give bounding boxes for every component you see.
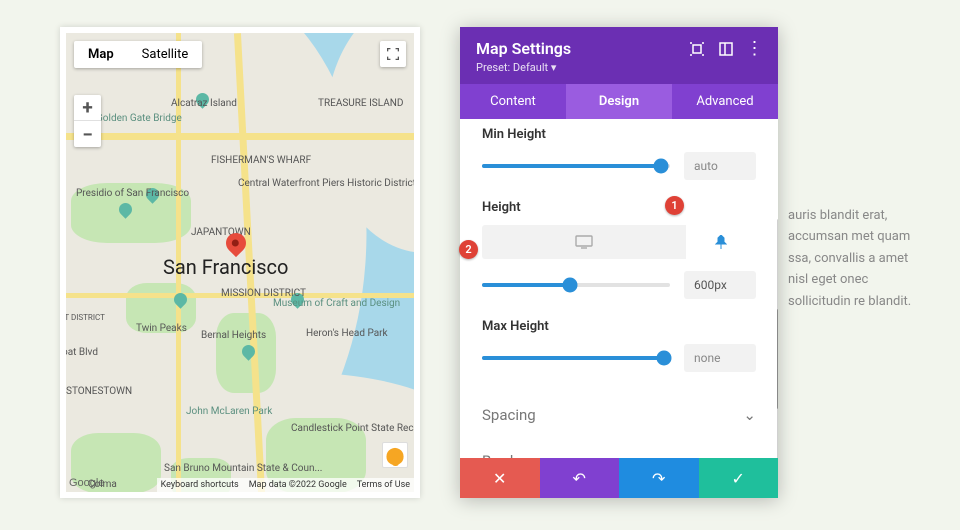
map-terms-link[interactable]: Terms of Use <box>357 480 410 490</box>
height-value[interactable]: 600px <box>684 271 756 299</box>
min-height-value[interactable]: auto <box>684 152 756 180</box>
section-spacing-label: Spacing <box>482 406 536 424</box>
tab-content[interactable]: Content <box>460 84 566 119</box>
fullscreen-button[interactable] <box>380 41 406 67</box>
annotation-1: 1 <box>665 196 684 215</box>
min-height-label: Min Height <box>482 127 756 142</box>
device-desktop-tab[interactable] <box>482 225 686 259</box>
zoom-in-button[interactable]: + <box>74 95 101 121</box>
tab-advanced[interactable]: Advanced <box>672 84 778 119</box>
map-data-text: Map data ©2022 Google <box>249 480 347 490</box>
height-pin-button[interactable] <box>686 225 756 259</box>
section-border[interactable]: Border ⌄ <box>482 438 756 458</box>
map-label: San Bruno Mountain State & Coun... <box>164 463 234 474</box>
layout-icon[interactable] <box>718 41 733 56</box>
redo-button[interactable]: ↷ <box>619 458 699 498</box>
save-button[interactable]: ✓ <box>699 458 779 498</box>
expand-icon[interactable] <box>689 41 704 56</box>
max-height-field: Max Height none <box>482 319 756 372</box>
tab-design[interactable]: Design <box>566 84 672 119</box>
map-label: Bernal Heights <box>201 330 241 341</box>
panel-body: Min Height auto Height <box>460 119 778 458</box>
map-label: Heron's Head Park <box>306 328 356 339</box>
scrollbar[interactable] <box>777 219 778 458</box>
map-label: MISSION DISTRICT <box>221 288 271 299</box>
max-height-slider[interactable] <box>482 356 670 360</box>
preset-dropdown[interactable]: Preset: Default ▾ <box>476 61 571 74</box>
max-height-value[interactable]: none <box>684 344 756 372</box>
map-label: Candlestick Point State Recreation <box>291 423 371 434</box>
map-type-map[interactable]: Map <box>74 41 128 68</box>
pegman-icon[interactable]: ⬤ <box>382 442 408 468</box>
map-label: FISHERMAN'S WHARF <box>211 155 311 166</box>
min-height-slider[interactable] <box>482 164 670 168</box>
max-height-label: Max Height <box>482 319 756 334</box>
map-type-toggle: Map Satellite <box>74 41 202 68</box>
zoom-out-button[interactable]: − <box>74 121 101 147</box>
height-label: Height <box>482 200 756 215</box>
chevron-down-icon: ⌄ <box>743 406 756 424</box>
map-attribution: Keyboard shortcuts Map data ©2022 Google… <box>157 478 414 492</box>
panel-action-bar: ✕ ↶ ↷ ✓ <box>460 458 778 498</box>
map-module: San Francisco Alcatraz Island Golden Gat… <box>60 27 420 498</box>
map-label: Twin Peaks <box>136 323 187 334</box>
panel-title: Map Settings <box>476 39 571 58</box>
map-label: John McLaren Park <box>186 406 272 417</box>
panel-header: Map Settings Preset: Default ▾ ⋮ <box>460 27 778 84</box>
more-icon[interactable]: ⋮ <box>747 41 762 56</box>
panel-tabs: Content Design Advanced <box>460 84 778 119</box>
map-label-city: San Francisco <box>163 255 288 279</box>
map-canvas[interactable]: San Francisco Alcatraz Island Golden Gat… <box>66 33 414 492</box>
section-spacing[interactable]: Spacing ⌄ <box>482 392 756 438</box>
section-border-label: Border <box>482 452 526 458</box>
undo-button[interactable]: ↶ <box>540 458 620 498</box>
min-height-field: Min Height auto <box>482 127 756 180</box>
page-body-text: auris blandit erat, accumsan met quam ss… <box>788 205 928 312</box>
map-label: Central Waterfront Piers Historic Distri… <box>238 178 358 189</box>
map-label: Museum of Craft and Design <box>273 298 363 309</box>
map-label: TREASURE ISLAND <box>318 98 403 109</box>
google-logo: Google <box>69 477 104 489</box>
map-label: oat Blvd <box>66 347 98 358</box>
map-label: STONESTOWN <box>66 386 132 397</box>
map-label: Golden Gate Bridge <box>96 113 182 124</box>
map-label: Alcatraz Island <box>171 98 237 109</box>
chevron-down-icon: ⌄ <box>743 452 756 458</box>
map-type-satellite[interactable]: Satellite <box>128 41 203 68</box>
cancel-button[interactable]: ✕ <box>460 458 540 498</box>
annotation-2: 2 <box>459 240 478 259</box>
height-field: Height 600px <box>482 200 756 299</box>
map-label: SET DISTRICT <box>66 313 105 322</box>
map-zoom-controls: + − <box>74 95 101 147</box>
settings-panel: Map Settings Preset: Default ▾ ⋮ Content… <box>460 27 778 498</box>
height-slider[interactable] <box>482 283 670 287</box>
map-kbd-link[interactable]: Keyboard shortcuts <box>161 480 239 490</box>
map-label: Presidio of San Francisco <box>76 188 156 199</box>
